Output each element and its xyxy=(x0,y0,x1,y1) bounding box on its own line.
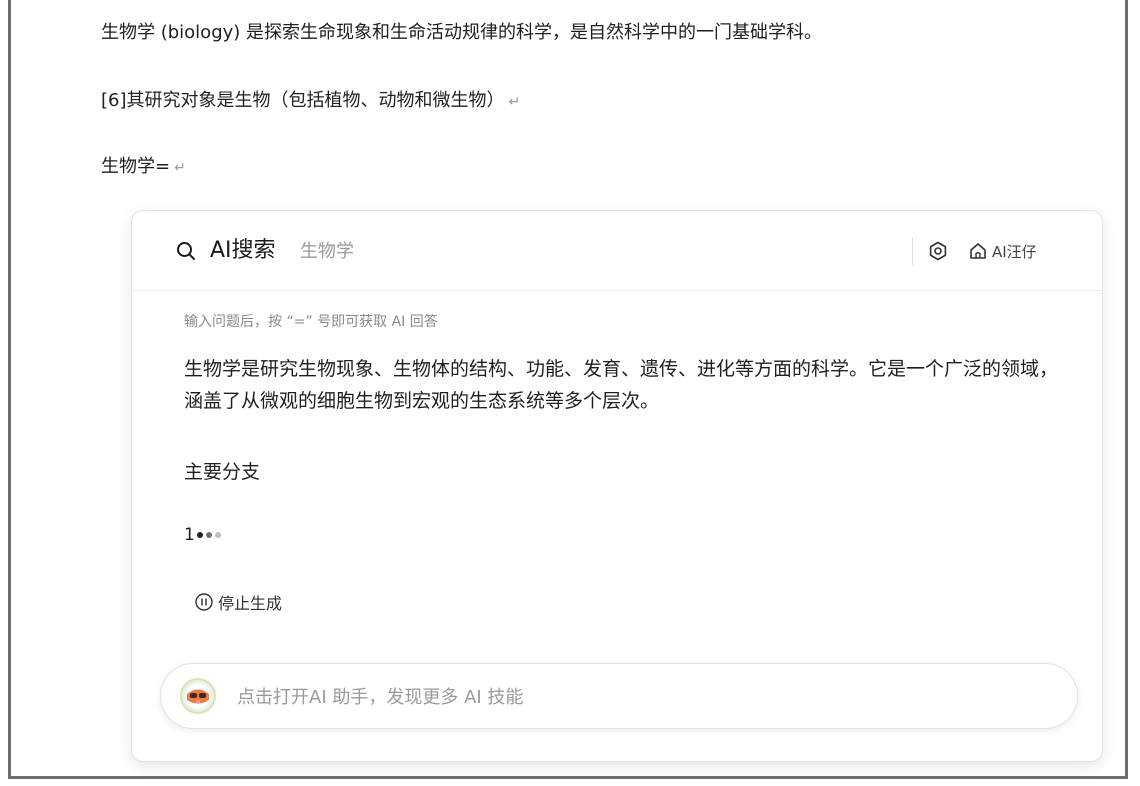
answer-section-heading: 主要分支 xyxy=(184,461,261,483)
assistant-input-placeholder: 点击打开AI 助手，发现更多 AI 技能 xyxy=(237,687,524,708)
loading-dot xyxy=(214,532,221,538)
pause-icon xyxy=(195,593,213,611)
loading-dot xyxy=(196,532,203,538)
ai-assistant-label: AI汪仔 xyxy=(992,242,1037,261)
search-query: 生物学 xyxy=(300,241,354,262)
paragraph-mark: ↵ xyxy=(174,160,186,176)
ai-assistant-input[interactable]: 点击打开AI 助手，发现更多 AI 技能 xyxy=(160,663,1078,729)
list-number: 1 xyxy=(184,525,195,545)
document-line-1-text: 生物学 (biology) 是探索生命现象和生命活动规律的科学，是自然科学中的一… xyxy=(101,22,823,43)
stop-generation-button[interactable]: 停止生成 xyxy=(194,589,282,615)
usage-hint: 输入问题后，按 “=” 号即可获取 AI 回答 xyxy=(184,314,438,330)
loading-indicator xyxy=(196,532,224,538)
answer-list-start: 1 xyxy=(184,523,224,547)
paragraph-mark: ↵ xyxy=(508,94,521,110)
ai-search-panel: AI搜索 生物学 AI汪仔 输入问题后，按 “=” 号即可获取 AI 回答 生物… xyxy=(131,210,1103,762)
ai-answer-paragraph: 生物学是研究生物现象、生物体的结构、功能、发育、遗传、进化等方面的科学。它是一个… xyxy=(184,358,1059,412)
document-line-1: 生物学 (biology) 是探索生命现象和生命活动规律的科学，是自然科学中的一… xyxy=(101,20,822,46)
loading-dot xyxy=(205,532,212,538)
stop-generation-label: 停止生成 xyxy=(218,594,283,613)
ai-search-title: AI搜索 xyxy=(210,238,276,263)
home-icon xyxy=(970,243,986,259)
search-icon xyxy=(177,242,195,260)
document-page: 生物学 (biology) 是探索生命现象和生命活动规律的科学，是自然科学中的一… xyxy=(8,0,1128,779)
document-line-2-text: [6]其研究对象是生物（包括植物、动物和微生物） xyxy=(101,90,505,111)
assistant-avatar-icon xyxy=(180,678,216,714)
settings-icon[interactable] xyxy=(928,241,948,261)
ai-panel-header: AI搜索 生物学 AI汪仔 xyxy=(132,211,1102,291)
document-line-2: [6]其研究对象是生物（包括植物、动物和微生物） ↵ xyxy=(101,88,520,115)
document-line-3-text: 生物学= xyxy=(101,156,171,177)
header-divider xyxy=(912,237,913,265)
ai-assistant-link[interactable]: AI汪仔 xyxy=(968,239,1037,263)
document-line-3: 生物学= ↵ xyxy=(101,154,186,181)
